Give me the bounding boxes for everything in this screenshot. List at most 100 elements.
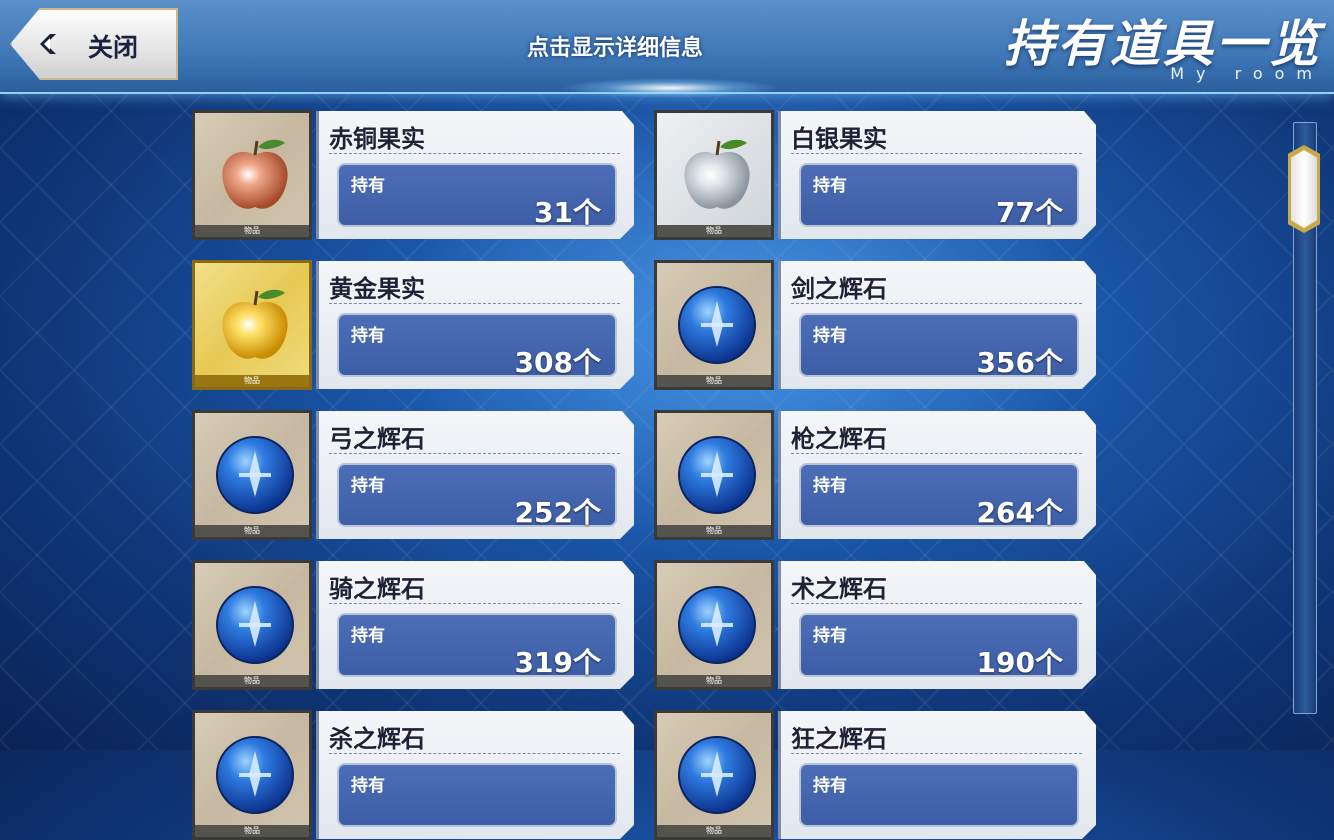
item-card[interactable]: 物品 狂之辉石 持有	[654, 710, 1097, 840]
item-name: 杀之辉石	[329, 725, 425, 753]
berserker-gem-icon	[677, 735, 757, 815]
divider	[791, 753, 1082, 754]
item-info-panel[interactable]: 杀之辉石持有	[316, 711, 634, 839]
owned-label: 持有	[813, 326, 847, 346]
divider	[329, 753, 620, 754]
owned-count: 77个	[996, 196, 1063, 229]
owned-label: 持有	[351, 176, 385, 196]
item-type-tag: 物品	[195, 825, 309, 837]
item-thumbnail[interactable]: 物品	[654, 710, 774, 840]
item-thumbnail[interactable]: 物品	[192, 260, 312, 390]
item-info-panel[interactable]: 枪之辉石持有 264个	[778, 411, 1096, 539]
item-card[interactable]: 物品 枪之辉石持有 264个	[654, 410, 1097, 540]
owned-count: 356个	[976, 346, 1063, 379]
item-name: 枪之辉石	[791, 425, 887, 453]
owned-count-box: 持有	[799, 763, 1079, 827]
divider	[329, 453, 620, 454]
owned-label: 持有	[351, 626, 385, 646]
item-thumbnail[interactable]: 物品	[192, 560, 312, 690]
item-card[interactable]: 物品 剑之辉石持有 356个	[654, 260, 1097, 390]
owned-label: 持有	[351, 776, 385, 796]
item-card[interactable]: 物品 骑之辉石持有 319个	[192, 560, 635, 690]
owned-count: 308个	[514, 346, 601, 379]
scrollbar-thumb[interactable]	[1291, 150, 1317, 228]
lancer-gem-icon	[677, 435, 757, 515]
owned-label: 持有	[351, 476, 385, 496]
divider	[791, 153, 1082, 154]
item-type-tag: 物品	[657, 825, 771, 837]
owned-label: 持有	[813, 626, 847, 646]
caster-gem-icon	[677, 585, 757, 665]
hint-text: 点击显示详细信息	[526, 36, 703, 61]
close-button[interactable]: 关闭	[10, 8, 178, 80]
divider	[329, 303, 620, 304]
owned-count: 31个	[534, 196, 601, 229]
item-card[interactable]: 物品 弓之辉石持有 252个	[192, 410, 635, 540]
owned-label: 持有	[351, 326, 385, 346]
item-info-panel[interactable]: 狂之辉石持有	[778, 711, 1096, 839]
archer-gem-icon	[215, 435, 295, 515]
item-name: 弓之辉石	[329, 425, 425, 453]
header-glow	[560, 78, 780, 98]
divider	[791, 453, 1082, 454]
page-subtitle: My room	[1170, 64, 1324, 83]
owned-count: 252个	[514, 496, 601, 529]
owned-label: 持有	[813, 176, 847, 196]
owned-count: 190个	[976, 646, 1063, 679]
item-type-tag: 物品	[657, 225, 771, 237]
item-card[interactable]: 物品 赤铜果实持有 31个	[192, 110, 635, 240]
owned-count-box: 持有 190个	[799, 613, 1079, 679]
item-card[interactable]: 物品 黄金果实持有 308个	[192, 260, 635, 390]
item-card[interactable]: 物品 白银果实 持有 77个	[654, 110, 1097, 240]
item-name: 赤铜果实	[329, 125, 425, 153]
owned-count: 264个	[976, 496, 1063, 529]
item-name: 剑之辉石	[791, 275, 887, 303]
item-name: 黄金果实	[329, 275, 425, 303]
owned-count-box: 持有 31个	[337, 163, 617, 229]
owned-count-box: 持有 252个	[337, 463, 617, 529]
item-card[interactable]: 物品 术之辉石持有 190个	[654, 560, 1097, 690]
owned-count-box: 持有 356个	[799, 313, 1079, 379]
item-type-tag: 物品	[195, 375, 309, 387]
owned-count-box: 持有 77个	[799, 163, 1079, 229]
item-info-panel[interactable]: 黄金果实持有 308个	[316, 261, 634, 389]
item-name: 骑之辉石	[329, 575, 425, 603]
close-label: 关闭	[88, 33, 139, 62]
item-type-tag: 物品	[657, 675, 771, 687]
assassin-gem-icon	[215, 735, 295, 815]
owned-count-box: 持有	[337, 763, 617, 827]
gold-apple-icon	[215, 285, 295, 365]
item-card[interactable]: 物品 杀之辉石 持有	[192, 710, 635, 840]
item-thumbnail[interactable]: 物品	[192, 410, 312, 540]
item-thumbnail[interactable]: 物品	[192, 710, 312, 840]
saber-gem-icon	[677, 285, 757, 365]
item-thumbnail[interactable]: 物品	[654, 260, 774, 390]
item-thumbnail[interactable]: 物品	[654, 410, 774, 540]
owned-count-box: 持有 319个	[337, 613, 617, 679]
item-info-panel[interactable]: 剑之辉石持有 356个	[778, 261, 1096, 389]
item-name: 狂之辉石	[791, 725, 887, 753]
back-arrow-icon	[40, 34, 56, 54]
divider	[791, 603, 1082, 604]
divider	[791, 303, 1082, 304]
item-name: 术之辉石	[791, 575, 887, 603]
item-type-tag: 物品	[195, 675, 309, 687]
divider	[329, 603, 620, 604]
item-info-panel[interactable]: 弓之辉石持有 252个	[316, 411, 634, 539]
rider-gem-icon	[215, 585, 295, 665]
owned-count-box: 持有 264个	[799, 463, 1079, 529]
item-type-tag: 物品	[657, 375, 771, 387]
item-info-panel[interactable]: 白银果实 持有 77个	[778, 111, 1096, 239]
item-type-tag: 物品	[195, 525, 309, 537]
item-thumbnail[interactable]: 物品	[654, 560, 774, 690]
item-thumbnail[interactable]: 物品	[192, 110, 312, 240]
divider	[329, 153, 620, 154]
item-thumbnail[interactable]: 物品	[654, 110, 774, 240]
owned-count: 319个	[514, 646, 601, 679]
item-info-panel[interactable]: 骑之辉石持有 319个	[316, 561, 634, 689]
owned-label: 持有	[813, 776, 847, 796]
silver-apple-icon	[677, 135, 757, 215]
bronze-apple-icon	[215, 135, 295, 215]
item-info-panel[interactable]: 术之辉石持有 190个	[778, 561, 1096, 689]
item-info-panel[interactable]: 赤铜果实持有 31个	[316, 111, 634, 239]
